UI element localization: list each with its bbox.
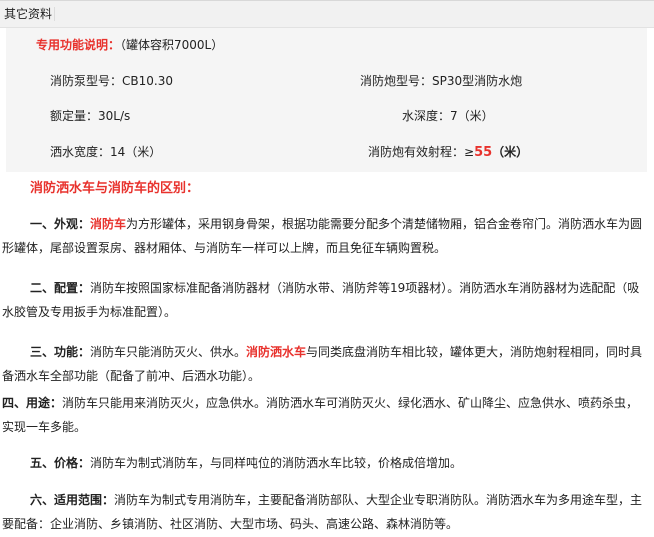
point-configuration: 二、配置：消防车按照国家标准配备消防器材（消防水带、消防斧等19项器材）。消防洒… <box>2 276 650 324</box>
spec-range: 消防炮有效射程：≥55（米） <box>368 144 528 161</box>
spec-range-unit: （米） <box>492 145 529 159</box>
spec-box: 专用功能说明：（罐体容积7000L） 消防泵型号：CB10.30 消防炮型号：S… <box>6 28 647 172</box>
section-tab-label[interactable]: 其它资料 <box>4 7 56 21</box>
differences-heading: 消防洒水车与消防车的区别： <box>30 181 200 196</box>
point-price: 五、价格：消防车为制式消防车，与同样吨位的消防洒水车比较，价格成倍增加。 <box>2 451 650 475</box>
point-usage-text: 消防车只能用来消防灭火，应急供水。消防洒水车可消防灭火、绿化洒水、矿山降尘、应急… <box>2 396 639 434</box>
point-usage-label: 四、用途： <box>2 396 63 410</box>
spec-range-value: 55 <box>474 145 493 160</box>
point-appearance: 一、外观：消防车为方形罐体，采用钢身骨架，根据功能需要分配多个清楚储物厢，铝合金… <box>2 212 650 260</box>
spec-cannon-model: 消防炮型号：SP30型消防水炮 <box>360 74 523 88</box>
spec-title-label: 专用功能说明： <box>36 38 121 52</box>
point-appearance-highlight[interactable]: 消防车 <box>90 217 126 231</box>
spec-title: 专用功能说明：（罐体容积7000L） <box>36 37 223 53</box>
point-scope-label: 六、适用范围： <box>30 493 115 507</box>
spec-spray-width: 洒水宽度：14（米） <box>50 145 162 159</box>
spec-pump-model: 消防泵型号：CB10.30 <box>50 74 173 88</box>
point-scope: 六、适用范围：消防车为制式专用消防车，主要配备消防部队、大型企业专职消防队。消防… <box>2 488 650 536</box>
spec-rated-flow: 额定量：30L/s <box>50 109 131 123</box>
point-function-highlight[interactable]: 消防洒水车 <box>246 345 306 359</box>
point-price-label: 五、价格： <box>30 456 91 470</box>
point-usage: 四、用途：消防车只能用来消防灭火，应急供水。消防洒水车可消防灭火、绿化洒水、矿山… <box>2 391 650 439</box>
spec-water-depth: 水深度：7（米） <box>402 109 494 123</box>
section-tab-bar: 其它资料 <box>0 0 654 28</box>
point-function-label: 三、功能： <box>30 345 91 359</box>
point-configuration-text: 消防车按照国家标准配备消防器材（消防水带、消防斧等19项器材）。消防洒水车消防器… <box>2 281 640 319</box>
point-configuration-label: 二、配置： <box>30 281 91 295</box>
spec-range-prefix: 消防炮有效射程：≥ <box>368 145 475 159</box>
point-function: 三、功能：消防车只能消防灭火、供水。消防洒水车与同类底盘消防车相比较，罐体更大，… <box>2 340 650 388</box>
point-appearance-label: 一、外观： <box>30 217 91 231</box>
spec-title-note: （罐体容积7000L） <box>120 38 224 52</box>
point-function-text-before: 消防车只能消防灭火、供水。 <box>90 345 247 359</box>
point-price-text: 消防车为制式消防车，与同样吨位的消防洒水车比较，价格成倍增加。 <box>90 456 463 470</box>
